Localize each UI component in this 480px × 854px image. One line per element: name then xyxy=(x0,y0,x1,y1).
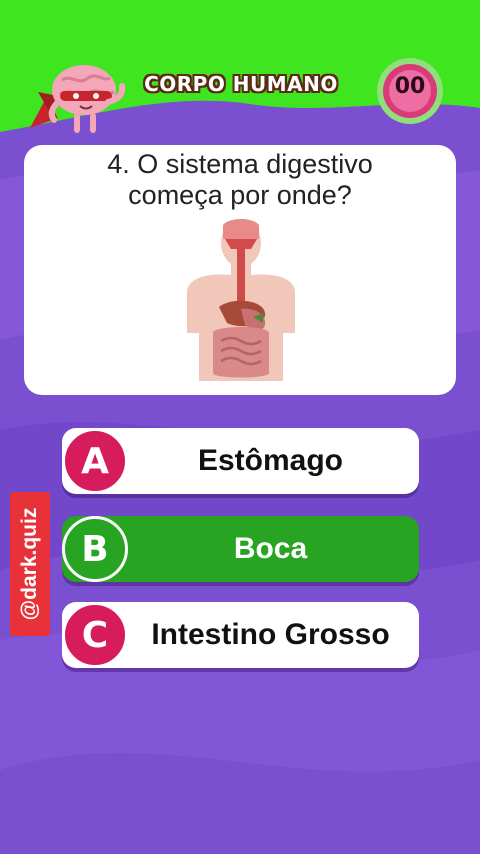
answer-option-a[interactable]: A Estômago xyxy=(62,428,419,494)
answer-letter-a: A xyxy=(62,428,128,494)
answer-label-a: Estômago xyxy=(197,444,344,477)
timer-count: 00 xyxy=(394,74,426,99)
digestive-system-icon xyxy=(187,219,295,381)
brain-superhero-icon xyxy=(30,65,126,133)
question-text: 4. O sistema digestivo começa por onde? xyxy=(24,149,456,211)
answer-option-c[interactable]: C Intestino Grosso xyxy=(62,602,419,668)
answer-label-c: Intestino Grosso xyxy=(151,618,390,651)
answer-label-b: Boca xyxy=(233,532,308,565)
question-line-1: 4. O sistema digestivo xyxy=(107,149,373,179)
watermark-badge: @dark.quiz xyxy=(10,492,50,636)
question-line-2: começa por onde? xyxy=(128,180,352,210)
page-title: CORPO HUMANO xyxy=(144,72,338,96)
watermark-handle: @dark.quiz xyxy=(18,507,41,621)
answer-letter-b: B xyxy=(62,516,128,582)
answer-option-b[interactable]: B Boca xyxy=(62,516,419,582)
question-card: 4. O sistema digestivo começa por onde? xyxy=(24,145,456,395)
answer-letter-c: C xyxy=(62,602,128,668)
